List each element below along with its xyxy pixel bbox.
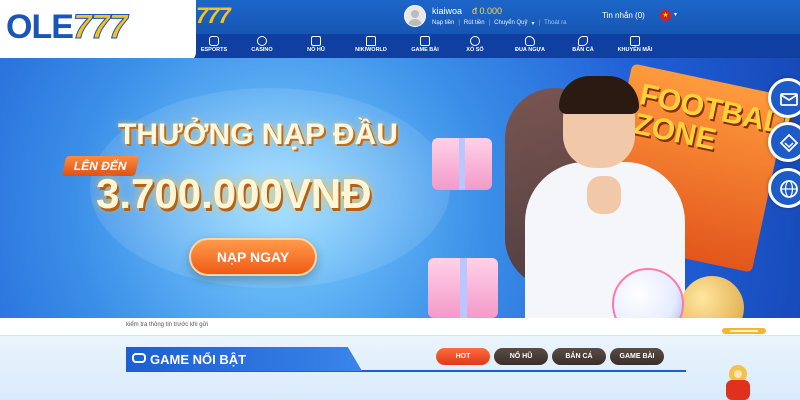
- language-button[interactable]: [768, 168, 800, 208]
- nav-label: NIKIWORLD: [355, 47, 387, 53]
- tab-hot[interactable]: HOT: [436, 348, 490, 365]
- nav-label: CASINO: [251, 47, 273, 53]
- lottery-icon: [470, 36, 480, 46]
- nav-item-slots[interactable]: NỔ HŨ: [288, 34, 344, 58]
- support-button[interactable]: [768, 122, 800, 162]
- diamond-icon: [779, 133, 799, 153]
- chevron-down-icon[interactable]: ▾: [674, 11, 677, 18]
- nav-label: XỔ SỐ: [466, 47, 484, 53]
- tab-fishing[interactable]: BẮN CÁ: [552, 348, 606, 365]
- crown-icon: [366, 36, 376, 46]
- promo-banner[interactable]: FOOTBALL ZONE THƯỞNG NẠP ĐẦU LÊN ĐẾN 3.7…: [0, 58, 800, 318]
- tab-slots[interactable]: NỔ HŨ: [494, 348, 548, 365]
- section-title: GAME NỔI BẬT: [150, 352, 247, 367]
- logo: OLE777: [6, 8, 128, 47]
- mail-button[interactable]: [768, 78, 800, 118]
- gift-icon: [428, 258, 498, 318]
- deposit-link[interactable]: Nạp tiền: [432, 20, 454, 27]
- casino-chip-icon: [257, 36, 267, 46]
- nav-label: KHUYẾN MÃI: [617, 47, 653, 53]
- balance: đ 0.000: [472, 5, 503, 16]
- horse-icon: [525, 36, 535, 46]
- ticker-text: kiểm tra thông tin trước khi gửi: [126, 322, 208, 328]
- separator: |: [458, 19, 460, 26]
- separator: |: [538, 19, 541, 26]
- mail-icon: [780, 93, 798, 106]
- separator: |: [488, 19, 491, 26]
- nav-item-promotions[interactable]: KHUYẾN MÃI: [607, 34, 663, 58]
- nav-item-lottery[interactable]: XỔ SỐ: [447, 34, 503, 58]
- slot-icon: [311, 36, 321, 46]
- logo-small[interactable]: 777: [196, 3, 231, 29]
- cards-icon: [420, 36, 430, 46]
- avatar[interactable]: [404, 5, 426, 27]
- vietnam-flag-icon[interactable]: ★: [660, 10, 671, 21]
- withdraw-link[interactable]: Rút tiền: [464, 20, 485, 27]
- nav-label: BẮN CÁ: [572, 47, 594, 53]
- promo-title: THƯỞNG NẠP ĐẦU: [118, 118, 398, 151]
- page: 777 kiaiwoa đ 0.000 Nạp tiền | Rút tiền …: [0, 0, 800, 400]
- globe-icon: [780, 180, 798, 198]
- fish-icon: [578, 36, 588, 46]
- chevron-down-icon[interactable]: ▾: [532, 20, 535, 27]
- deposit-now-button[interactable]: NẠP NGAY: [189, 238, 317, 276]
- god-of-wealth-icon: [726, 365, 750, 400]
- user-links: Nạp tiền | Rút tiền | Chuyển Quỹ ▾ | Tho…: [432, 20, 566, 27]
- nav-item-nikiworld[interactable]: NIKIWORLD: [343, 34, 399, 58]
- section-header: GAME NỔI BẬT: [126, 347, 362, 371]
- festive-banner-icon: [722, 328, 766, 334]
- nav-label: NỔ HŨ: [307, 47, 325, 53]
- nav-item-fishing[interactable]: BẮN CÁ: [555, 34, 611, 58]
- tab-card-games[interactable]: GAME BÀI: [610, 348, 664, 365]
- transfer-link[interactable]: Chuyển Quỹ: [494, 20, 527, 27]
- nav-item-casino[interactable]: CASINO: [234, 34, 290, 58]
- user-box: kiaiwoa đ 0.000 Nạp tiền | Rút tiền | Ch…: [404, 5, 566, 27]
- gamepad-icon: [132, 353, 146, 363]
- nav-item-horse-racing[interactable]: ĐUA NGỰA: [502, 34, 558, 58]
- gift-icon: [432, 138, 492, 190]
- gamepad-icon: [209, 36, 219, 46]
- messages-link[interactable]: Tin nhắn (0): [602, 11, 645, 20]
- nav-label: ĐUA NGỰA: [514, 47, 546, 53]
- promo-amount: 3.700.000VNĐ: [96, 170, 372, 217]
- featured-section: [0, 336, 800, 400]
- news-ticker: kiểm tra thông tin trước khi gửi: [0, 318, 800, 336]
- nav-item-card-games[interactable]: GAME BÀI: [397, 34, 453, 58]
- gift-icon: [630, 36, 640, 46]
- user-info: kiaiwoa đ 0.000 Nạp tiền | Rút tiền | Ch…: [432, 6, 566, 27]
- logo-block[interactable]: OLE777: [0, 0, 196, 62]
- nav-label: GAME BÀI: [411, 47, 439, 53]
- logout-link[interactable]: Thoát ra: [544, 20, 566, 27]
- username: kiaiwoa: [432, 5, 463, 16]
